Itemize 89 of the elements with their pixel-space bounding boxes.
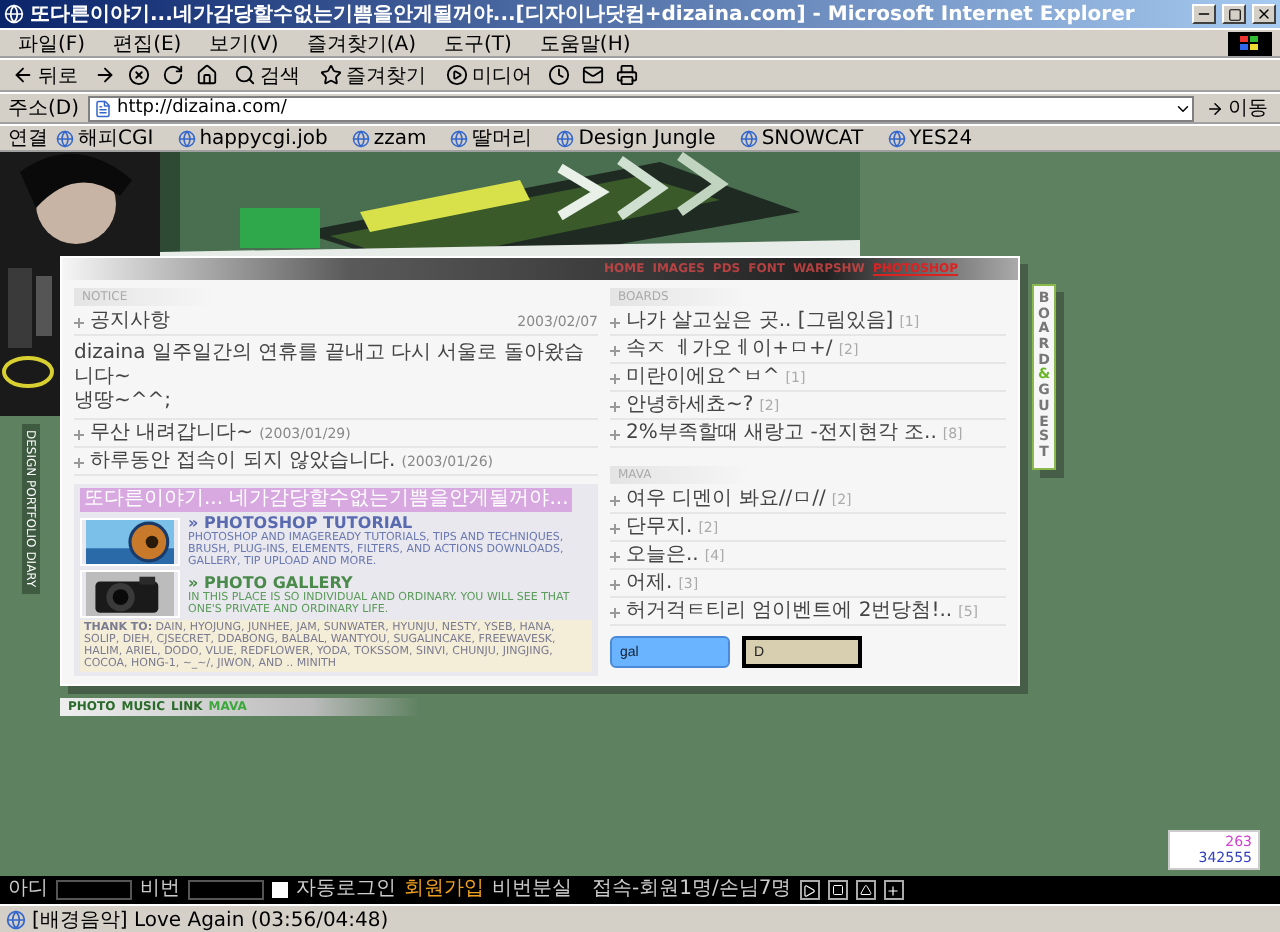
id-field[interactable] [56, 880, 132, 900]
close-icon[interactable] [1252, 4, 1276, 24]
go-button[interactable]: 이동 [1202, 94, 1272, 122]
globe-icon [739, 129, 758, 147]
plus-icon [610, 401, 620, 411]
menu-item[interactable]: 보기(V) [199, 29, 289, 57]
star-icon [320, 64, 342, 86]
stop-icon[interactable] [827, 880, 848, 900]
post-link[interactable]: 나가 살고싶은 곳.. [그림있음] [626, 310, 894, 334]
password-label: 비번 [140, 878, 180, 902]
minimize-icon[interactable] [1192, 4, 1216, 24]
home-icon[interactable] [196, 64, 218, 86]
favorite-link[interactable]: happycgi.job [177, 127, 328, 149]
post-link[interactable]: 여우 디멘이 봐요//ㅁ// [626, 488, 826, 512]
globe-icon [450, 129, 469, 147]
address-field[interactable]: http://dizaina.com/ [87, 95, 1194, 121]
visitor-stats: 접속-회원1명/손님7명 [592, 878, 792, 902]
printer-icon[interactable] [616, 64, 638, 86]
plus-icon [74, 457, 84, 467]
media-icon [446, 64, 468, 86]
promo-headline: 또다른이야기... 네가감당할수없는기쁨을안게될꺼야... [80, 488, 573, 512]
search-icon [234, 64, 256, 86]
refresh-icon[interactable] [162, 64, 184, 86]
favorite-link[interactable]: zzam [351, 127, 427, 149]
post-link[interactable]: 속ㅈ ㅔ가오ㅔ이+ㅁ+/ [626, 338, 833, 362]
favorite-link[interactable]: YES24 [887, 127, 973, 149]
browser-icon [4, 4, 24, 24]
globe-icon [177, 129, 196, 147]
stop-icon[interactable] [128, 64, 150, 86]
mail-icon[interactable] [582, 64, 604, 86]
window-title: 또다른이야기...네가감당할수없는기쁨을안게될꺼야...[디자이나닷컴+dizaina.com] - Microsoft Internet Explorer [30, 2, 1137, 28]
post-link[interactable]: 안녕하세쵸~? [626, 394, 754, 418]
menu-item[interactable]: 도움말(H) [529, 29, 641, 57]
favorite-link[interactable]: 해피CGI [56, 124, 154, 152]
toolbar-button[interactable]: 뒤로 [8, 61, 82, 89]
address-label: 주소(D) [8, 96, 80, 122]
menu-item[interactable]: 편집(E) [103, 29, 192, 57]
menu-item[interactable]: 즐겨찾기(A) [296, 29, 426, 57]
post-link[interactable]: 오늘은.. [626, 544, 699, 568]
maximize-icon[interactable] [1222, 4, 1246, 24]
auto-login-label: 자동로그인 [296, 878, 396, 902]
status-text: [배경음악] Love Again (03:56/04:48) [32, 907, 389, 932]
id-label: 아디 [8, 878, 48, 902]
join-link[interactable]: 회원가입 [404, 878, 484, 902]
menu-item[interactable]: 파일(F) [8, 29, 96, 57]
plus-icon [610, 317, 620, 327]
plus-icon [610, 551, 620, 561]
arrow-icon [1206, 99, 1224, 117]
toolbar-button[interactable]: 즐겨찾기 [316, 61, 430, 89]
favorite-link[interactable]: SNOWCAT [739, 127, 864, 149]
eject-icon[interactable] [855, 880, 876, 900]
plus-icon[interactable] [883, 880, 904, 900]
globe-icon [56, 129, 74, 147]
post-link[interactable]: 미란이에요^ㅂ^ [626, 366, 780, 390]
clock-icon[interactable] [548, 64, 570, 86]
forward-arrow-icon[interactable] [94, 64, 116, 86]
windows-logo-icon [1228, 31, 1272, 55]
favorite-link[interactable]: 딸머리 [450, 124, 533, 152]
back-arrow-icon [12, 64, 34, 86]
menu-item[interactable]: 도구(T) [434, 29, 522, 57]
post-link[interactable]: 단무지. [626, 516, 693, 540]
favorite-link[interactable]: Design Jungle [556, 127, 716, 149]
lost-password-link[interactable]: 비번분실 [492, 878, 572, 902]
notice-link[interactable]: 하루동안 접속이 되지 않았습니다. [90, 450, 396, 474]
post-link[interactable]: 2%부족할때 새랑고 -전지현각 조.. [626, 422, 937, 446]
password-field[interactable] [188, 880, 264, 900]
post-link[interactable]: 어제. [626, 572, 673, 596]
plus-icon [610, 523, 620, 533]
post-link[interactable]: 허거걱ㅌ티리 엄이벤트에 2번당첨!.. [626, 600, 953, 624]
section-link[interactable]: » PHOTOSHOP TUTORIAL [188, 514, 592, 532]
plus-icon [610, 373, 620, 383]
globe-icon [556, 129, 575, 147]
globe-icon [351, 129, 370, 147]
links-label: 연결 [8, 126, 48, 152]
notice-link[interactable]: 무산 내려갑니다~ [90, 422, 254, 446]
play-icon[interactable] [799, 880, 820, 900]
notice-title[interactable]: 공지사항 [90, 310, 170, 334]
plus-icon [610, 579, 620, 589]
plus-icon [610, 607, 620, 617]
checkbox[interactable] [272, 882, 288, 898]
toolbar-button[interactable]: 미디어 [442, 61, 536, 89]
toolbar-button[interactable]: 검색 [230, 61, 304, 89]
plus-icon [610, 495, 620, 505]
plus-icon [74, 317, 84, 327]
plus-icon [610, 429, 620, 439]
plus-icon [610, 345, 620, 355]
notice-text: dizaina 일주일간의 연휴를 끝내고 다시 서울로 돌아왔습니다~ 냉땅~^^; [74, 338, 598, 420]
globe-icon [887, 129, 906, 147]
plus-icon [74, 429, 84, 439]
